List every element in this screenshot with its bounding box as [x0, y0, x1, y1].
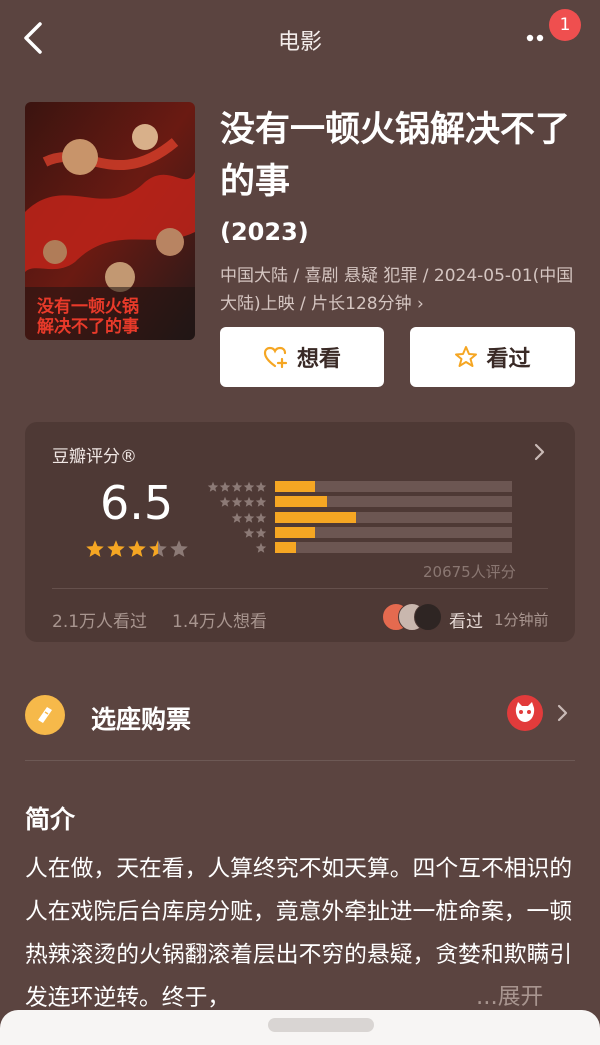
rating-score: 6.5 [100, 476, 174, 530]
star-icon [255, 539, 267, 558]
ticket-icon [25, 695, 65, 735]
notification-badge[interactable]: 1 [549, 9, 581, 41]
divider [52, 588, 548, 589]
movie-poster[interactable]: 没有一顿火锅 解决不了的事 [25, 102, 195, 340]
distribution-bar-track [275, 481, 512, 492]
rating-distribution-row [205, 542, 512, 554]
star-icon [148, 539, 168, 563]
distribution-bar-track [275, 527, 512, 538]
distribution-bar-track [275, 542, 512, 553]
avatar [414, 603, 442, 631]
recent-activity-label: 看过 [449, 612, 483, 632]
top-bar: 电影 1 [0, 0, 600, 80]
cat-logo-icon [507, 695, 543, 731]
buy-ticket-label: 选座购票 [91, 705, 192, 734]
chevron-right-icon [556, 703, 570, 727]
rating-distribution-row [205, 481, 512, 493]
distribution-bar-fill [275, 512, 356, 523]
rating-distribution-row [205, 496, 512, 508]
distribution-bar-track [275, 512, 512, 523]
star-icon [106, 539, 126, 563]
bottom-sheet[interactable] [0, 1010, 600, 1045]
distribution-bar-fill [275, 542, 297, 553]
rating-stars [85, 539, 189, 563]
svg-text:没有一顿火锅: 没有一顿火锅 [37, 296, 139, 317]
distribution-bar-fill [275, 496, 328, 507]
intro-title: 简介 [25, 805, 76, 834]
distribution-bar-fill [275, 481, 316, 492]
chevron-right-icon[interactable] [533, 442, 547, 466]
sheet-handle[interactable] [268, 1018, 374, 1032]
page-title: 电影 [277, 30, 322, 55]
friend-avatars[interactable] [382, 603, 442, 631]
rating-card[interactable]: 豆瓣评分® 6.5 20675人评分 2.1万人看过 1.4万人想看 看过 1分… [25, 422, 575, 642]
rating-header: 豆瓣评分® [52, 447, 137, 467]
seen-label: 看过 [486, 347, 531, 372]
buy-ticket-row[interactable]: 选座购票 [25, 688, 575, 748]
recent-activity-time: 1分钟前 [494, 611, 549, 629]
movie-title: 没有一顿火锅解决不了的事 [220, 110, 571, 202]
watched-count[interactable]: 2.1万人看过 [52, 607, 147, 632]
heart-plus-icon [263, 345, 289, 369]
movie-year: (2023) [220, 218, 309, 246]
divider [25, 760, 575, 761]
star-icon [169, 539, 189, 563]
distribution-stars [205, 539, 267, 558]
want-to-watch-button[interactable]: 想看 [220, 327, 384, 387]
svg-text:解决不了的事: 解决不了的事 [37, 316, 139, 337]
rating-count: 20675人评分 [423, 563, 516, 581]
want-label: 想看 [296, 347, 341, 372]
movie-meta[interactable]: 中国大陆 / 喜剧 悬疑 犯罪 / 2024-05-01(中国大陆)上映 / 片… [220, 262, 580, 318]
star-icon [85, 539, 105, 563]
rating-distribution-row [205, 527, 512, 539]
watched-button[interactable]: 看过 [410, 327, 575, 387]
distribution-bar-track [275, 496, 512, 507]
distribution-bar-fill [275, 527, 316, 538]
star-icon [127, 539, 147, 563]
star-outline-icon [454, 345, 478, 369]
wish-count[interactable]: 1.4万人想看 [172, 607, 267, 632]
rating-distribution-row [205, 512, 512, 524]
